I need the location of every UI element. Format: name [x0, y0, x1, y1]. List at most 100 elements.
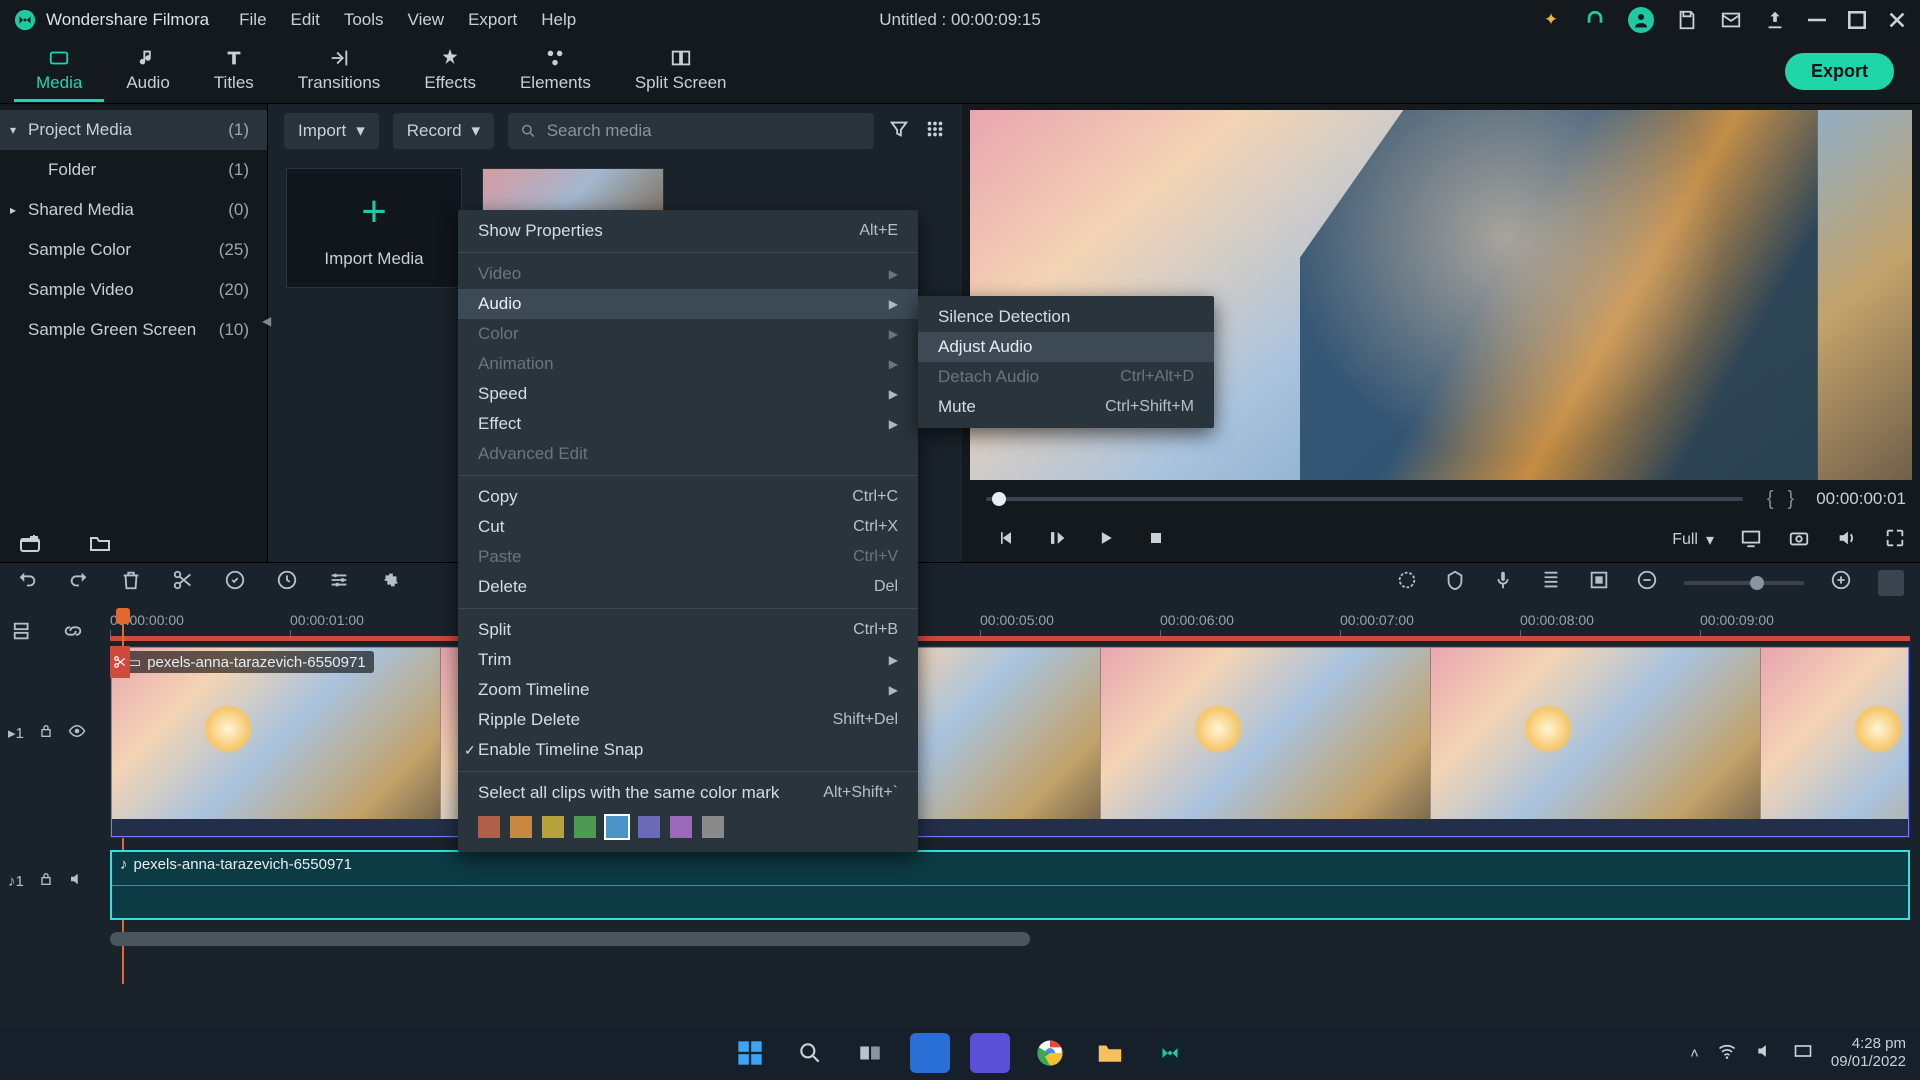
- tab-audio[interactable]: Audio: [104, 41, 191, 102]
- system-clock[interactable]: 4:28 pm 09/01/2022: [1831, 1035, 1906, 1071]
- zoom-out-icon[interactable]: [1636, 569, 1658, 596]
- ctx-select-all-clips-with-the-same-color-mark[interactable]: Select all clips with the same color mar…: [458, 778, 918, 808]
- color-swatch[interactable]: [702, 816, 724, 838]
- task-view-icon[interactable]: [850, 1033, 890, 1073]
- color-swatch[interactable]: [478, 816, 500, 838]
- menu-tools[interactable]: Tools: [344, 10, 384, 30]
- ctx-delete[interactable]: DeleteDel: [458, 572, 918, 602]
- track-manager-icon[interactable]: [12, 620, 34, 647]
- tab-titles[interactable]: Titles: [192, 41, 276, 102]
- visibility-icon[interactable]: [68, 722, 86, 744]
- search-media[interactable]: [508, 113, 874, 149]
- snapshot-icon[interactable]: [1788, 527, 1810, 554]
- play-pause-icon[interactable]: [1046, 528, 1066, 553]
- display-settings-icon[interactable]: [1740, 527, 1762, 554]
- color-swatch[interactable]: [638, 816, 660, 838]
- ctx-sub-mute[interactable]: MuteCtrl+Shift+M: [918, 392, 1214, 422]
- color-swatch[interactable]: [510, 816, 532, 838]
- fit-icon[interactable]: [1878, 570, 1904, 596]
- redo-icon[interactable]: [68, 569, 90, 596]
- mark-in-icon[interactable]: {: [1767, 488, 1774, 511]
- menu-help[interactable]: Help: [541, 10, 576, 30]
- audio-sync-icon[interactable]: [380, 569, 402, 596]
- sidebar-item-sample-video[interactable]: Sample Video(20): [0, 270, 267, 310]
- taskbar-explorer-icon[interactable]: [1090, 1033, 1130, 1073]
- ctx-copy[interactable]: CopyCtrl+C: [458, 482, 918, 512]
- taskbar-app-1[interactable]: [910, 1033, 950, 1073]
- zoom-in-icon[interactable]: [1830, 569, 1852, 596]
- new-bin-icon[interactable]: [18, 532, 42, 561]
- import-dropdown[interactable]: Import▾: [284, 113, 379, 149]
- mixer-icon[interactable]: [1540, 569, 1562, 596]
- ctx-show-properties[interactable]: Show PropertiesAlt+E: [458, 216, 918, 246]
- tray-overflow-icon[interactable]: ˄: [1690, 1045, 1699, 1062]
- lock-icon[interactable]: [38, 723, 54, 743]
- crop-icon[interactable]: [224, 569, 246, 596]
- wifi-icon[interactable]: [1717, 1041, 1737, 1065]
- taskbar-app-2[interactable]: [970, 1033, 1010, 1073]
- lock-icon[interactable]: [38, 871, 54, 891]
- ctx-cut[interactable]: CutCtrl+X: [458, 512, 918, 542]
- playhead[interactable]: [116, 608, 130, 624]
- ctx-zoom-timeline[interactable]: Zoom Timeline▶: [458, 675, 918, 705]
- volume-icon[interactable]: [1836, 527, 1858, 554]
- support-icon[interactable]: [1584, 9, 1606, 31]
- video-track-clip[interactable]: ▭pexels-anna-tarazevich-6550971: [110, 646, 1910, 838]
- taskbar-search-icon[interactable]: [790, 1033, 830, 1073]
- color-swatch[interactable]: [542, 816, 564, 838]
- timeline-scrollbar[interactable]: [110, 932, 1030, 946]
- audio-track-clip[interactable]: ♪pexels-anna-tarazevich-6550971: [110, 850, 1910, 920]
- voiceover-icon[interactable]: [1492, 569, 1514, 596]
- import-media-tile[interactable]: + Import Media: [286, 168, 462, 288]
- start-button[interactable]: [730, 1033, 770, 1073]
- tab-media[interactable]: Media: [14, 41, 104, 102]
- speed-icon[interactable]: [276, 569, 298, 596]
- mark-out-icon[interactable]: }: [1788, 488, 1795, 511]
- export-button[interactable]: Export: [1785, 53, 1894, 90]
- ctx-split[interactable]: SplitCtrl+B: [458, 615, 918, 645]
- upload-icon[interactable]: [1764, 9, 1786, 31]
- new-folder-icon[interactable]: [88, 532, 112, 561]
- marker-icon[interactable]: [1444, 569, 1466, 596]
- mute-icon[interactable]: [68, 870, 86, 892]
- prev-frame-icon[interactable]: [996, 528, 1016, 553]
- preview-scrubber[interactable]: [986, 497, 1743, 501]
- taskbar-filmora-icon[interactable]: [1150, 1033, 1190, 1073]
- window-maximize-icon[interactable]: [1848, 11, 1866, 29]
- undo-icon[interactable]: [16, 569, 38, 596]
- ctx-sub-adjust-audio[interactable]: Adjust Audio: [918, 332, 1214, 362]
- account-icon[interactable]: [1628, 7, 1654, 33]
- taskbar-chrome-icon[interactable]: [1030, 1033, 1070, 1073]
- sidebar-item-shared-media[interactable]: ▸Shared Media(0): [0, 190, 267, 230]
- ctx-effect[interactable]: Effect▶: [458, 409, 918, 439]
- ctx-sub-silence-detection[interactable]: Silence Detection: [918, 302, 1214, 332]
- link-icon[interactable]: [62, 620, 84, 647]
- tab-split-screen[interactable]: Split Screen: [613, 41, 749, 102]
- search-input[interactable]: [547, 121, 862, 141]
- play-icon[interactable]: [1096, 528, 1116, 553]
- window-minimize-icon[interactable]: [1808, 11, 1826, 29]
- stop-icon[interactable]: [1146, 528, 1166, 553]
- timeline-ruler[interactable]: 00:00:00:0000:00:01:0000:00:05:0000:00:0…: [110, 612, 1910, 638]
- collapse-sidebar-icon[interactable]: ◀: [262, 314, 271, 328]
- tray-volume-icon[interactable]: [1755, 1041, 1775, 1065]
- ctx-trim[interactable]: Trim▶: [458, 645, 918, 675]
- ctx-speed[interactable]: Speed▶: [458, 379, 918, 409]
- color-swatch[interactable]: [606, 816, 628, 838]
- record-dropdown[interactable]: Record▾: [393, 113, 494, 149]
- color-swatch[interactable]: [574, 816, 596, 838]
- sidebar-item-sample-green-screen[interactable]: Sample Green Screen(10): [0, 310, 267, 350]
- menu-edit[interactable]: Edit: [291, 10, 320, 30]
- ctx-ripple-delete[interactable]: Ripple DeleteShift+Del: [458, 705, 918, 735]
- language-icon[interactable]: [1793, 1041, 1813, 1065]
- split-icon[interactable]: [172, 569, 194, 596]
- zoom-slider[interactable]: [1684, 581, 1804, 585]
- sidebar-item-folder[interactable]: Folder(1): [0, 150, 267, 190]
- tips-icon[interactable]: ✦: [1540, 9, 1562, 31]
- render-icon[interactable]: [1588, 569, 1610, 596]
- fullscreen-icon[interactable]: [1884, 527, 1906, 554]
- sidebar-item-sample-color[interactable]: Sample Color(25): [0, 230, 267, 270]
- tab-transitions[interactable]: Transitions: [276, 41, 403, 102]
- menu-file[interactable]: File: [239, 10, 266, 30]
- menu-view[interactable]: View: [408, 10, 445, 30]
